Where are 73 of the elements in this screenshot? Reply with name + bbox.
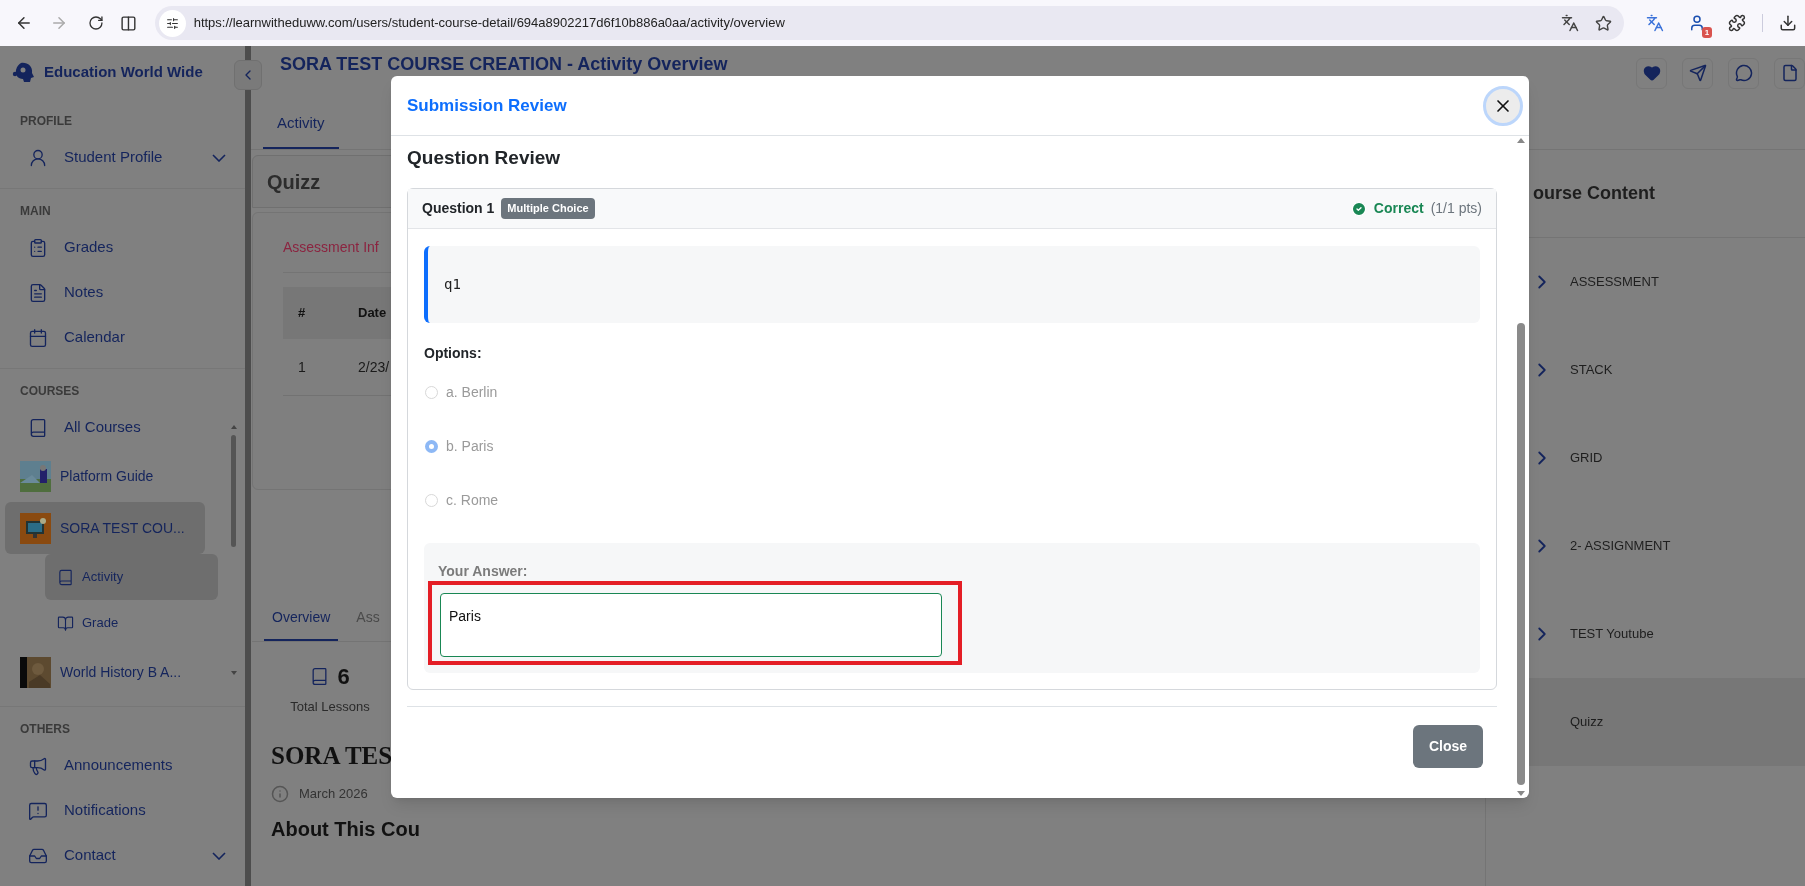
download-icon[interactable] [1779,14,1797,32]
points-label: (1/1 pts) [1430,199,1482,218]
section-title: About This Cou [271,816,420,842]
clipboard-icon [28,237,48,258]
question-type-tag: Multiple Choice [501,198,595,219]
chevron-down-icon [212,851,226,860]
option-label: c. Rome [446,490,499,510]
course-title: SORA TES [271,740,393,771]
document-icon[interactable] [1774,57,1805,89]
option-label: a. Berlin [446,382,498,402]
radio-button[interactable] [425,493,438,507]
radio-button[interactable] [425,385,438,399]
puzzle-icon[interactable] [1728,14,1747,32]
page-title: SORA TEST COURSE CREATION - Activity Overview [280,54,728,74]
dialog-title: Submission Review [407,94,567,117]
calendar-icon [28,327,48,348]
section-title: Question Review [407,146,561,170]
card-title: Quizz [267,169,321,195]
url-text: https://learnwitheduww.com/users/student-course-detail/694a8902217d6f10b886a0aa/activity/overview [193,14,785,33]
star-icon[interactable] [1595,14,1613,32]
open-book-icon [57,614,74,632]
reload-icon[interactable] [87,15,104,31]
answer-label: Your Answer: [438,562,528,581]
alert-message-icon [28,800,48,821]
content-item[interactable]: 2- ASSIGNMENT [1486,502,1805,590]
section-heading: MAIN [19,203,51,219]
section-heading: OTHERS [19,721,70,737]
book-icon [28,417,48,438]
options-label: Options: [424,344,482,363]
course-item[interactable]: SORA TEST COU... [5,502,205,554]
tab[interactable]: Assessment Inf [283,237,379,258]
section-heading: PROFILE [19,113,72,129]
table-cell-text: 2/23/ [358,357,390,377]
tab[interactable]: Activity [263,99,339,149]
stat-label: Total Lessons [290,698,370,716]
split-view-icon[interactable] [119,14,137,32]
tab[interactable]: Overview [264,595,339,641]
close-dialog-button[interactable]: Close [1413,725,1483,768]
info-icon [271,784,289,803]
column-header: # [298,304,307,323]
send-icon[interactable] [1682,57,1713,89]
brand-name: Education World Wide [44,62,203,83]
notification-badge: 1 [1701,27,1713,38]
book-icon [57,568,74,586]
content-item[interactable]: STACK [1486,326,1805,414]
logo-icon [12,60,36,85]
site-settings-icon[interactable] [158,9,186,37]
column-header: Date [358,304,387,323]
question-number: Question 1 [422,199,495,218]
chat-icon[interactable] [1728,57,1759,89]
translate-icon[interactable] [1561,14,1580,32]
back-icon[interactable] [15,14,33,32]
answer-field: Paris [440,593,942,657]
close-button[interactable] [1483,85,1523,126]
chevron-down-icon [212,153,226,162]
content-item[interactable]: TEST Youtube [1486,590,1805,678]
user-icon [28,147,48,168]
megaphone-icon [28,755,48,776]
radio-button[interactable] [425,439,438,453]
course-date: March 2026 [299,785,368,803]
content-item[interactable]: GRID [1486,414,1805,502]
document-icon [28,282,48,303]
result-label: Correct [1373,199,1424,218]
section-heading: COURSES [19,383,80,399]
translate-extension-icon[interactable] [1646,14,1665,32]
table-cell-text: 1 [298,357,307,377]
stat-value: 6 [337,663,350,691]
option-label: b. Paris [446,436,494,456]
panel-title: ourse Content [1533,182,1655,205]
address-bar[interactable]: https://learnwitheduww.com/users/student-course-detail/694a8902217d6f10b886a0aa/activity/overview [154,6,1625,40]
question-text: q1 [444,275,461,294]
content-item[interactable]: ASSESSMENT [1486,238,1805,326]
sidebar-subitem[interactable]: Activity [45,554,218,600]
